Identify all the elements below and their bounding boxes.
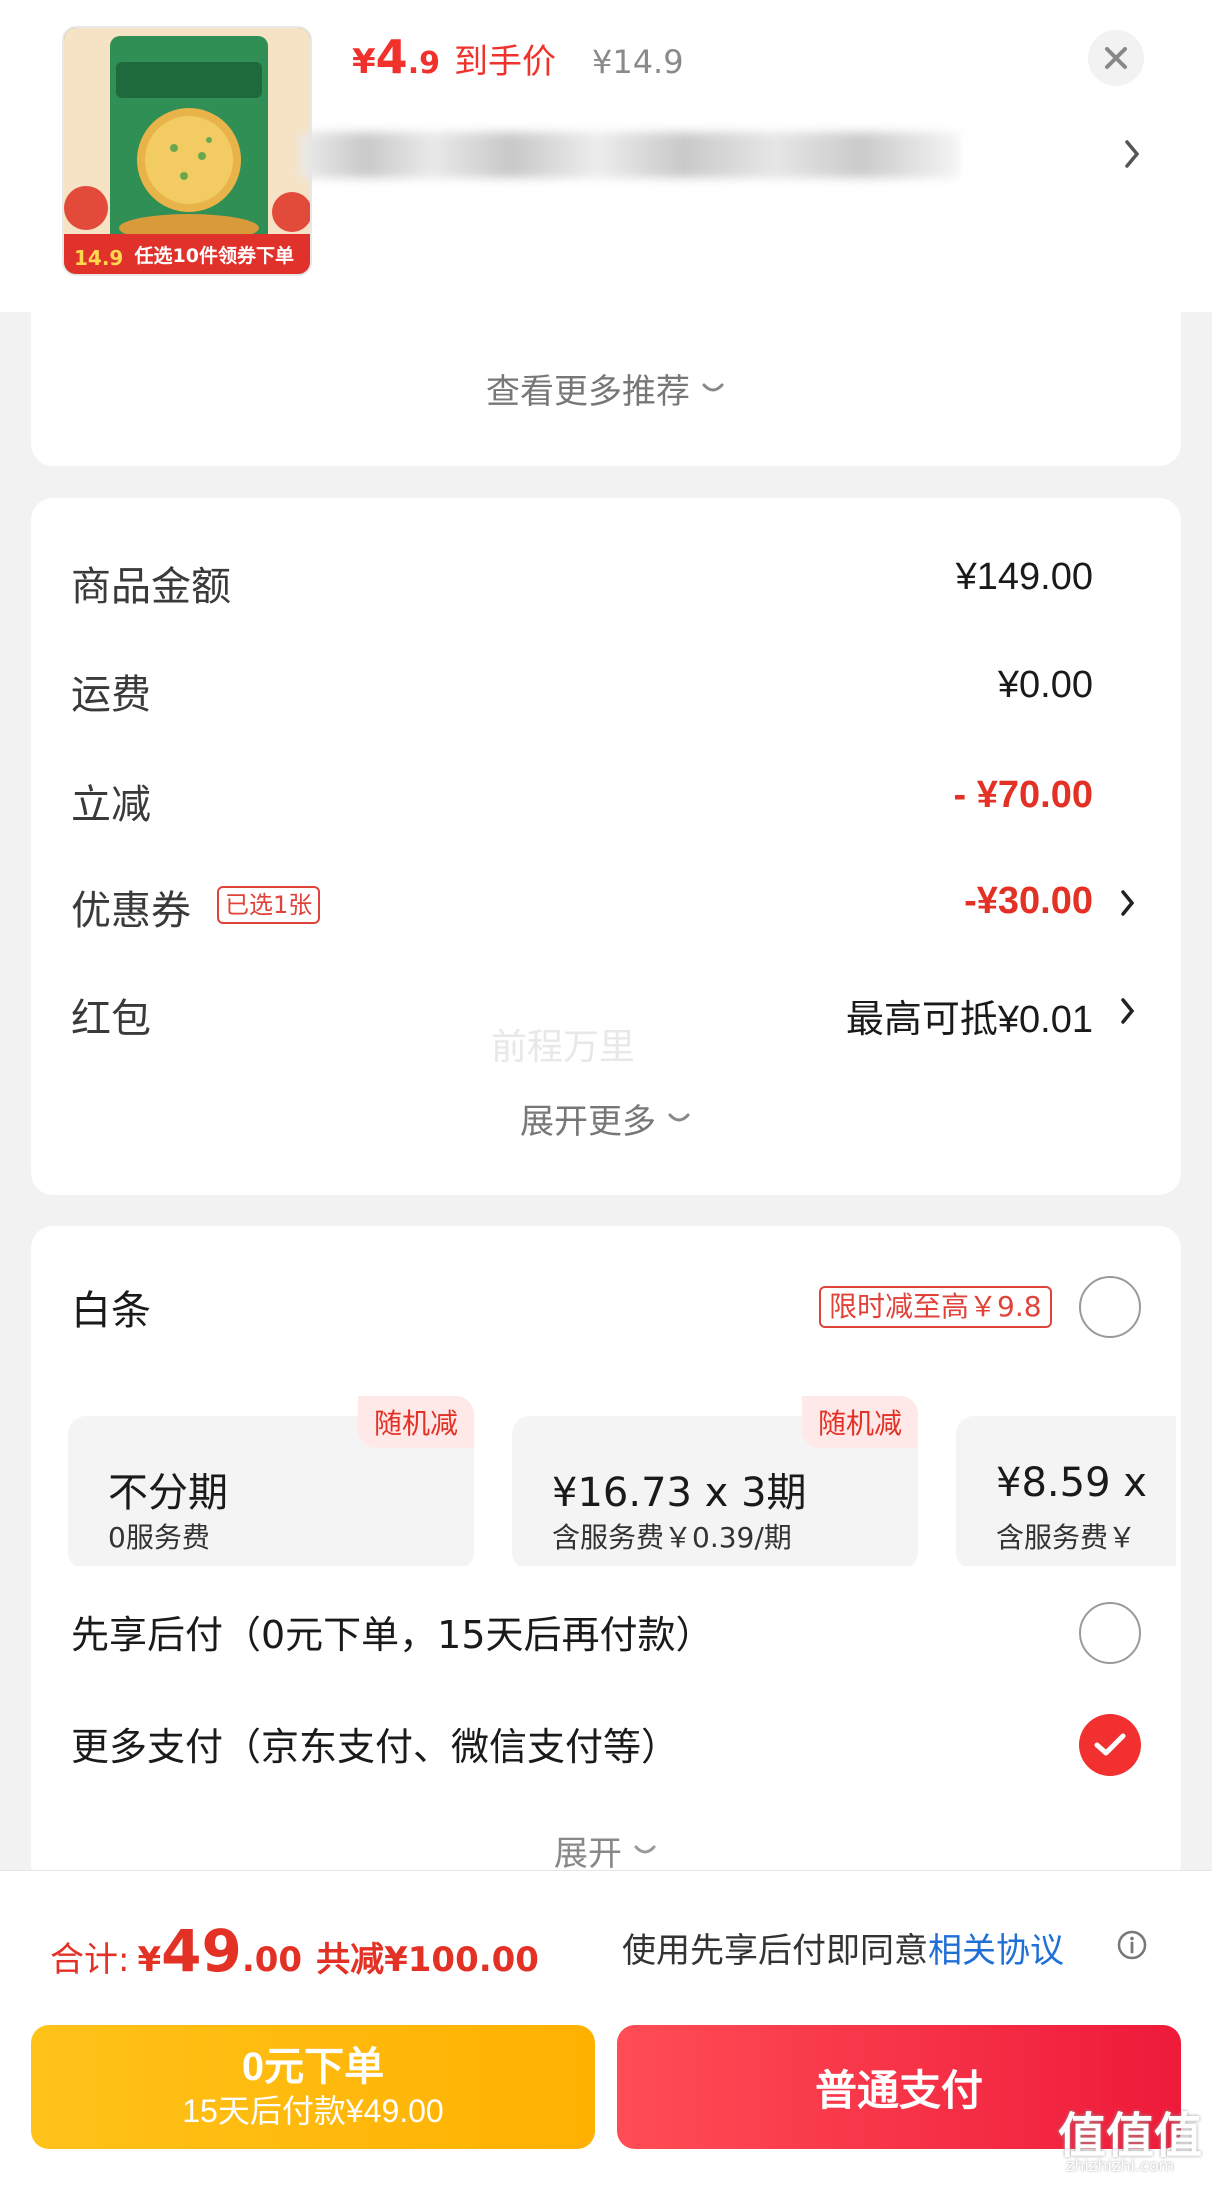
installment-plan-none[interactable]: 随机减 不分期 0服务费 [68,1396,474,1566]
bnpl-radio[interactable] [1079,1602,1141,1664]
random-discount-tag: 随机减 [801,1396,918,1448]
bnpl-button-title: 0元下单 [241,2045,385,2089]
summary-label: 运费 [71,672,151,718]
total-decimal: .00 [241,1940,303,1980]
total-row: 合计: ¥ 49 .00 共减¥100.00 [50,1917,539,1985]
price-summary-card: 商品金额 ¥149.00 运费 ¥0.00 立减 - ¥70.00 优惠券 已选… [31,498,1181,1195]
chevron-right-icon [1121,998,1135,1024]
random-discount-tag: 随机减 [357,1396,474,1448]
more-payment-radio[interactable] [1079,1714,1141,1776]
agreement-link[interactable]: 相关协议 [928,1931,1064,1971]
summary-value: -¥30.00 [964,880,1093,922]
chevron-right-icon [1121,890,1135,916]
price-decimal: .9 [407,46,440,81]
plan-title: ¥16.73 x 3期 [552,1470,807,1516]
site-watermark-url: zhizhizhi.com [1066,2156,1175,2175]
summary-row-shipping: 运费 ¥0.00 [31,656,1181,718]
plan-title: 不分期 [108,1470,228,1516]
expand-more-label: 展开更多 [520,1102,656,1142]
total-label: 合计: [50,1940,130,1980]
checkout-bar: 合计: ¥ 49 .00 共减¥100.00 使用先享后付即同意相关协议 0元下… [0,1870,1212,2186]
summary-value: ¥0.00 [997,664,1093,706]
bnpl-option-label[interactable]: 先享后付（0元下单，15天后再付款） [71,1604,714,1659]
total-saved: 共减¥100.00 [316,1940,539,1980]
summary-label: 优惠券 [71,888,191,934]
final-price-label: 到手价 [453,42,556,82]
total-symbol: ¥ [137,1940,162,1980]
coupon-selected-badge: 已选1张 [217,886,321,924]
summary-value: - ¥70.00 [953,774,1093,816]
baitiao-radio[interactable] [1079,1276,1141,1338]
plan-fee: 0服务费 [108,1521,210,1554]
agreement-text: 使用先享后付即同意相关协议 [622,1923,1064,1972]
price-row: ¥ 4 .9 到手价 ¥14.9 [352,30,684,84]
installment-plan-6[interactable]: ¥8.59 x 含服务费￥ [956,1416,1176,1566]
summary-value: 最高可抵¥0.01 [845,999,1093,1041]
watermark-text: 前程万里 [491,1027,636,1068]
summary-value: ¥149.00 [955,556,1093,598]
chevron-down-icon [634,1845,656,1853]
view-more-recommend-button[interactable]: 查看更多推荐 [31,364,1181,413]
plan-fee: 含服务费￥0.39/期 [552,1521,792,1554]
summary-label: 立减 [71,782,151,828]
installment-plan-3[interactable]: 随机减 ¥16.73 x 3期 含服务费￥0.39/期 [512,1396,918,1566]
baitiao-promo-badge: 限时减至高￥9.8 [819,1286,1052,1328]
plan-title: ¥8.59 x [996,1460,1147,1506]
recommend-card: 查看更多推荐 [31,312,1181,466]
price-integer: 4 [375,30,408,84]
checkmark-icon [1094,1733,1126,1756]
bnpl-button-subtitle: 15天后付款¥49.00 [182,2093,444,2129]
product-thumbnail[interactable]: 任选10件领券下单 14.9 [62,26,312,276]
zero-yuan-order-button[interactable]: 0元下单 15天后付款¥49.00 [31,2025,595,2149]
close-icon [1105,47,1127,69]
payment-card: 白条 限时减至高￥9.8 随机减 不分期 0服务费 随机减 ¥16.73 x 3… [31,1226,1181,1886]
expand-more-button[interactable]: 展开更多 [31,1094,1181,1143]
thumb-price: 14.9 [74,246,124,270]
installment-plans[interactable]: 随机减 不分期 0服务费 随机减 ¥16.73 x 3期 含服务费￥0.39/期… [68,1396,1176,1566]
info-icon [1117,1930,1147,1960]
summary-label: 红包 [71,996,151,1042]
agreement-info-button[interactable] [1116,1929,1148,1965]
summary-row-coupon[interactable]: 优惠券 已选1张 -¥30.00 [31,872,1181,934]
coupon-chevron [1119,888,1137,922]
baitiao-label: 白条 [71,1288,151,1334]
expand-payment-button[interactable]: 展开 [31,1826,1181,1875]
view-more-recommend-label: 查看更多推荐 [486,372,690,412]
product-header: 任选10件领券下单 14.9 ¥ 4 .9 到手价 ¥14.9 [0,0,1212,312]
chevron-down-icon [668,1113,690,1121]
chevron-down-icon [702,383,724,391]
product-detail-button[interactable] [1122,136,1144,176]
expand-payment-label: 展开 [554,1834,622,1874]
agreement-prefix: 使用先享后付即同意 [622,1931,928,1971]
plan-fee: 含服务费￥ [996,1521,1137,1554]
price-symbol: ¥ [352,42,376,82]
summary-row-discount: 立减 - ¥70.00 [31,766,1181,828]
more-payment-option-label[interactable]: 更多支付（京东支付、微信支付等） [71,1716,679,1771]
redpacket-chevron [1119,996,1137,1030]
chevron-right-icon [1125,140,1140,168]
original-price: ¥14.9 [591,43,684,81]
summary-row-goods: 商品金额 ¥149.00 [31,548,1181,610]
product-title-blurred[interactable] [300,132,960,178]
summary-label: 商品金额 [71,564,231,610]
total-integer: 49 [161,1917,242,1985]
close-button[interactable] [1088,30,1144,86]
